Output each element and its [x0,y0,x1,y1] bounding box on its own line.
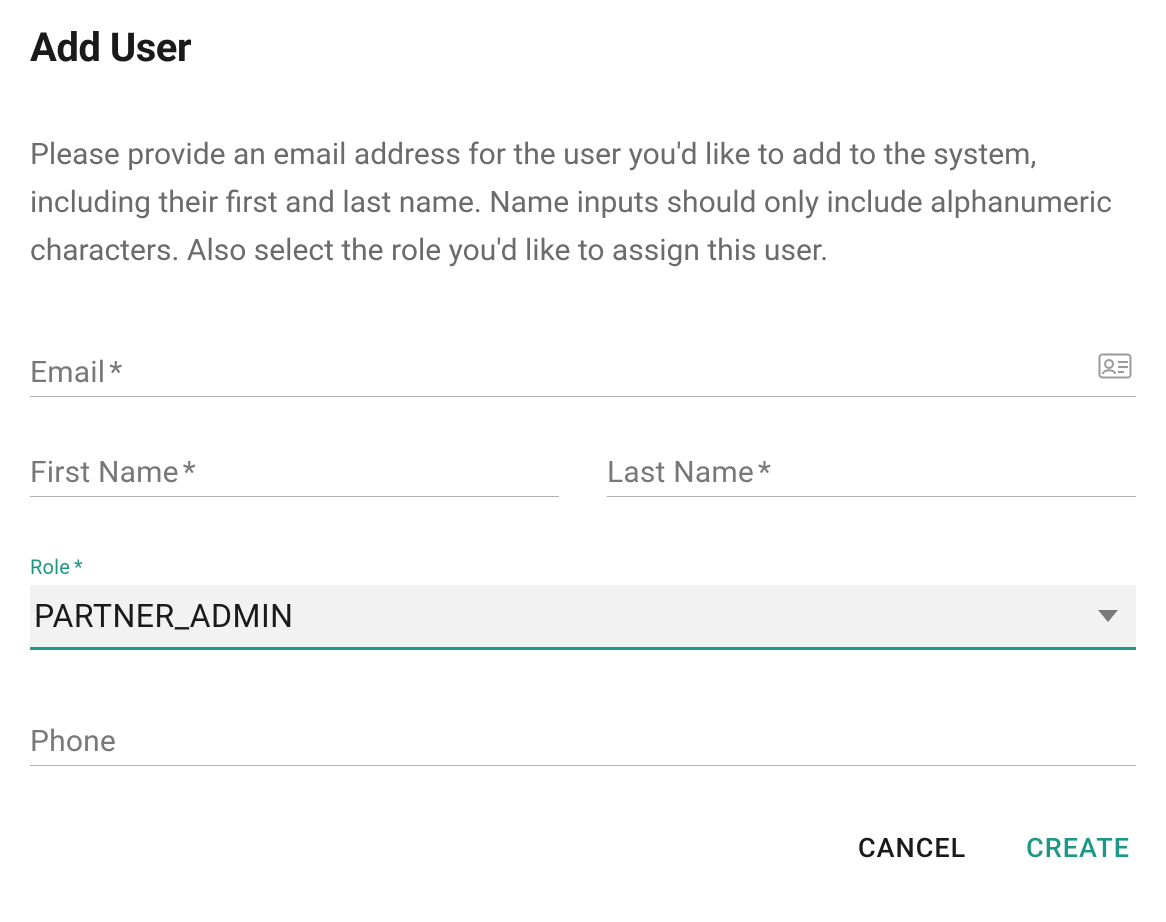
email-label: Email [30,355,105,390]
dialog-description: Please provide an email address for the … [30,131,1130,275]
dialog-title: Add User [30,24,1136,71]
role-field: Role* PARTNER_ADMIN [30,555,1136,656]
phone-field[interactable]: Phone [30,724,1136,766]
cancel-button[interactable]: CANCEL [856,826,968,870]
first-name-field[interactable]: First Name* [30,455,559,497]
role-select-value: PARTNER_ADMIN [34,597,293,635]
contact-card-icon [1098,353,1132,383]
add-user-dialog: Add User Please provide an email address… [0,0,1166,880]
role-label: Role [30,555,70,579]
email-field[interactable]: Email* [30,355,1136,397]
name-row: First Name* Last Name* [30,455,1136,547]
email-required-mark: * [109,355,122,390]
role-required-mark: * [74,555,83,579]
create-button[interactable]: CREATE [1024,826,1132,870]
last-name-required-mark: * [758,455,771,490]
first-name-required-mark: * [183,455,196,490]
dialog-actions: CANCEL CREATE [30,826,1136,870]
last-name-field[interactable]: Last Name* [607,455,1136,497]
role-select[interactable]: PARTNER_ADMIN [30,585,1136,650]
chevron-down-icon [1098,607,1118,626]
first-name-label: First Name [30,455,179,490]
phone-label: Phone [30,724,116,759]
last-name-label: Last Name [607,455,754,490]
